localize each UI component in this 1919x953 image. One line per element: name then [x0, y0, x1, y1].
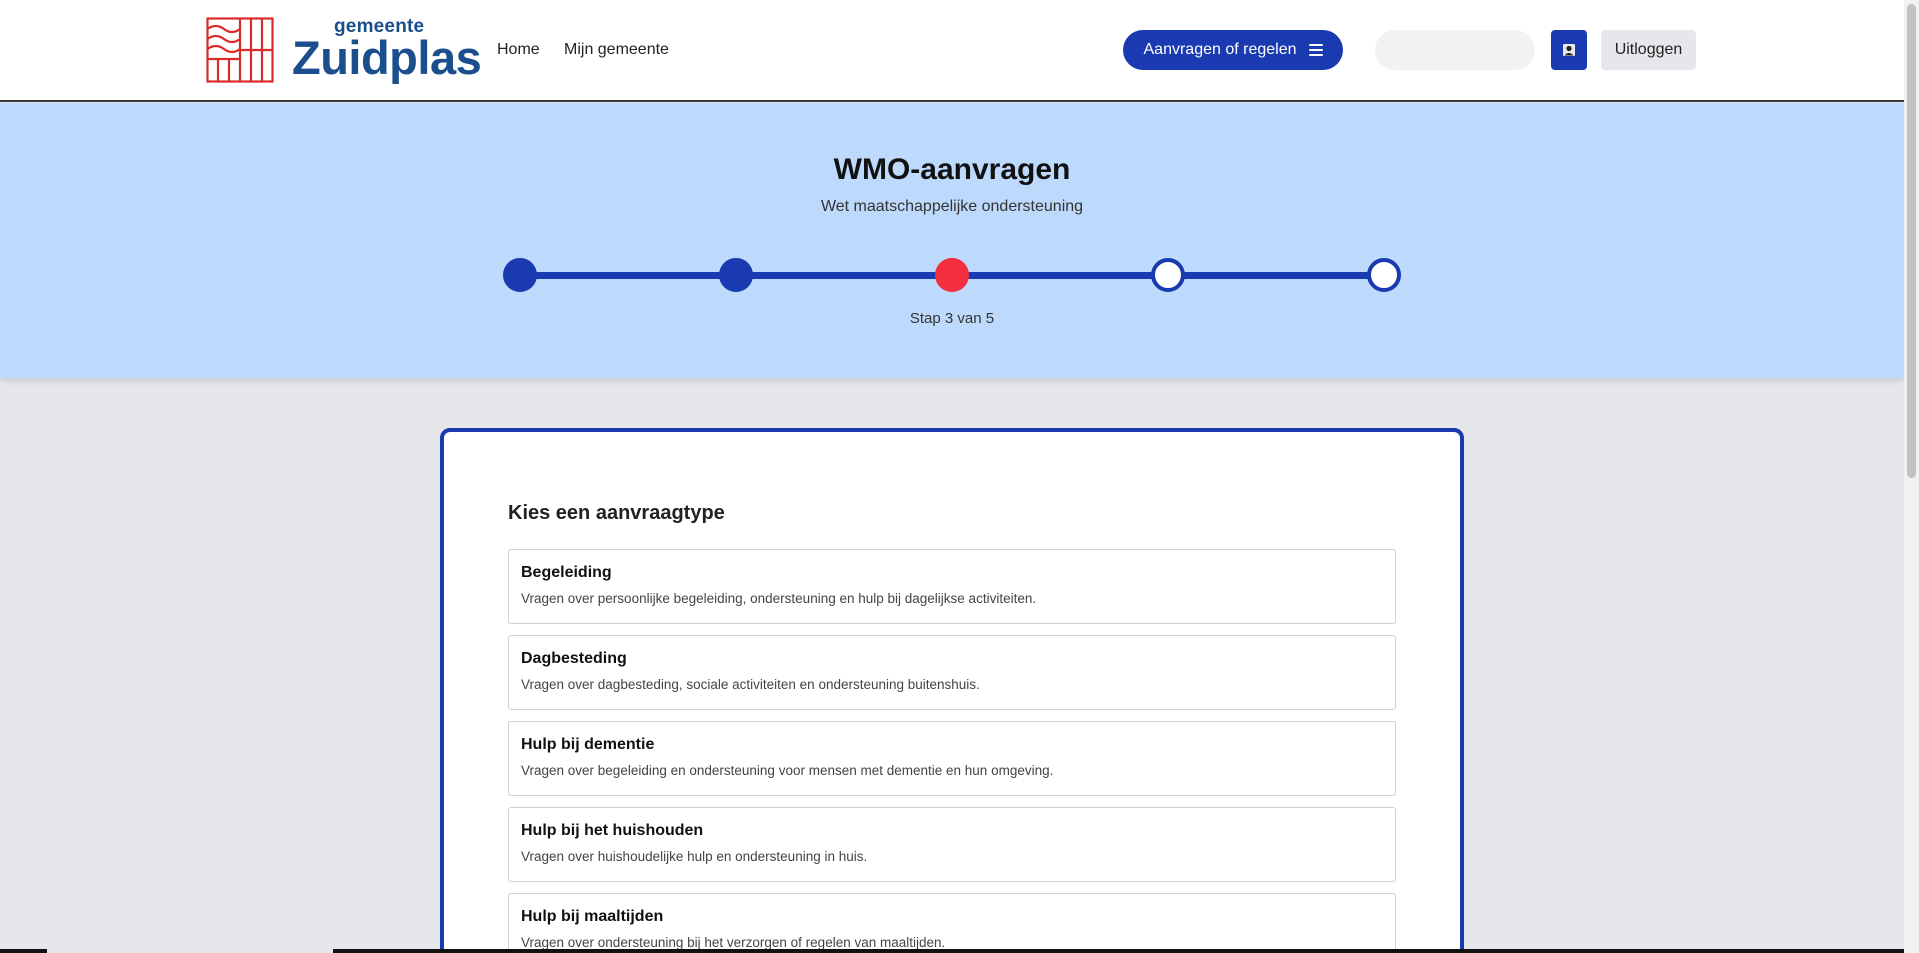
option-title: Begeleiding	[521, 564, 612, 581]
aanvragen-button-label: Aanvragen of regelen	[1143, 41, 1297, 58]
bottom-edge-bar	[333, 949, 1904, 953]
option-description: Vragen over begeleiding en ondersteuning…	[521, 763, 1054, 778]
option-begeleiding[interactable]: Begeleiding Vragen over persoonlijke beg…	[508, 549, 1396, 624]
option-hulp-bij-het-huishouden[interactable]: Hulp bij het huishouden Vragen over huis…	[508, 807, 1396, 882]
site-header: gemeente Zuidplas Home Mijn gemeente Aan…	[0, 0, 1904, 102]
page-title: WMO-aanvragen	[833, 153, 1071, 186]
option-description: Vragen over dagbesteding, sociale activi…	[521, 677, 980, 692]
request-type-card: Kies een aanvraagtype Begeleiding Vragen…	[440, 428, 1464, 953]
step-dot-5	[1367, 258, 1401, 292]
bottom-edge-bar	[0, 949, 47, 953]
option-hulp-bij-dementie[interactable]: Hulp bij dementie Vragen over begeleidin…	[508, 721, 1396, 796]
option-description: Vragen over ondersteuning bij het verzor…	[521, 935, 946, 950]
option-title: Hulp bij dementie	[521, 736, 655, 753]
card-heading: Kies een aanvraagtype	[508, 502, 725, 524]
hero-banner: WMO-aanvragen Wet maatschappelijke onder…	[0, 103, 1904, 378]
gemeente-logo[interactable]: gemeente Zuidplas	[206, 16, 482, 84]
page-subtitle: Wet maatschappelijke ondersteuning	[820, 198, 1084, 215]
request-type-list: Begeleiding Vragen over persoonlijke beg…	[508, 549, 1396, 953]
logout-button[interactable]: Uitloggen	[1601, 30, 1696, 70]
step-dot-2	[719, 258, 753, 292]
option-dagbesteding[interactable]: Dagbesteding Vragen over dagbesteding, s…	[508, 635, 1396, 710]
option-description: Vragen over huishoudelijke hulp en onder…	[521, 849, 868, 864]
logo-big-text: Zuidplas	[292, 31, 482, 84]
step-indicator-text: Stap 3 van 5	[909, 310, 995, 327]
step-dot-4	[1151, 258, 1185, 292]
logo-wordmark: gemeente Zuidplas	[292, 16, 482, 84]
user-icon	[1563, 44, 1575, 56]
progress-stepper	[502, 258, 1402, 294]
zuidplas-logo-icon	[206, 17, 274, 83]
option-hulp-bij-maaltijden[interactable]: Hulp bij maaltijden Vragen over onderste…	[508, 893, 1396, 953]
user-avatar[interactable]	[1551, 30, 1587, 70]
option-title: Dagbesteding	[521, 650, 627, 667]
search-input[interactable]	[1375, 30, 1535, 70]
nav-home[interactable]: Home	[497, 41, 540, 59]
option-title: Hulp bij maaltijden	[521, 908, 664, 925]
aanvragen-button[interactable]: Aanvragen of regelen	[1123, 30, 1343, 70]
step-dot-1	[503, 258, 537, 292]
step-dot-3	[935, 258, 969, 292]
page-scrollbar[interactable]	[1904, 0, 1919, 953]
nav-mijn-gemeente[interactable]: Mijn gemeente	[564, 41, 669, 59]
option-title: Hulp bij het huishouden	[521, 822, 704, 839]
menu-icon	[1308, 44, 1323, 56]
scrollbar-thumb[interactable]	[1907, 4, 1916, 478]
option-description: Vragen over persoonlijke begeleiding, on…	[521, 591, 1037, 606]
